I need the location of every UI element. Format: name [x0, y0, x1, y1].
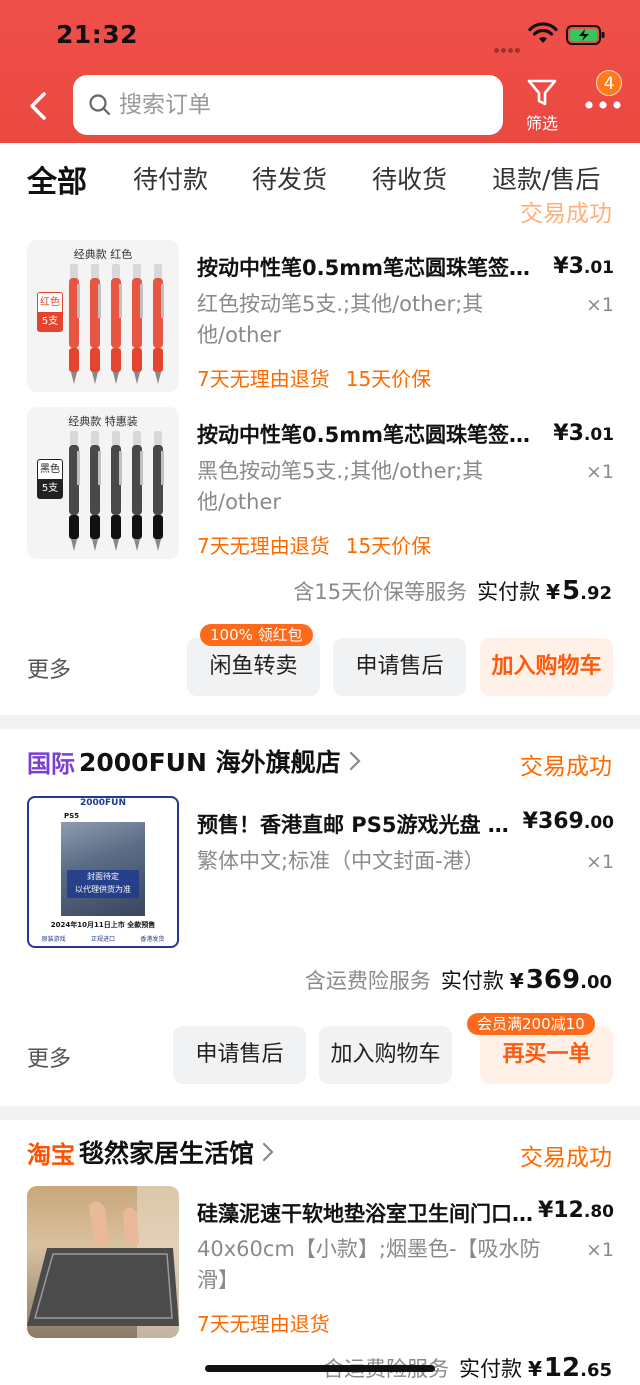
thumb-footer: 原装游戏 正规进口 香港发货 [41, 936, 165, 943]
wifi-icon [528, 22, 558, 43]
product-image[interactable]: 经典款 特惠装 黑色 5支 [27, 407, 179, 559]
game-cover: PS5 封面待定 以代理供货为准 [61, 812, 145, 916]
order-status: 交易成功 [520, 754, 612, 780]
tab-pending-payment[interactable]: 待付款 [133, 160, 208, 196]
product-price: ¥12.80 [537, 1198, 614, 1223]
back-button[interactable] [22, 88, 54, 124]
resell-xianyu-button[interactable]: 闲鱼转卖 [187, 638, 320, 696]
product-qty: ×1 [585, 461, 614, 483]
shop-name: 2000FUN 海外旗舰店 [79, 748, 341, 777]
release-text: 2024年10月11日上市 全款预售 [50, 921, 156, 929]
thumb-brand: 2000FUN [79, 798, 127, 808]
promo-pill: 100% 领红包 [200, 624, 313, 646]
product-image[interactable]: 2000FUN PS5 封面待定 以代理供货为准 2024年10月11日上市 全… [27, 796, 179, 948]
funnel-icon [527, 79, 557, 106]
product-image[interactable]: 经典款 红色 红色 5支 [27, 240, 179, 392]
order-card: 淘宝 毯然家居生活馆 交易成功 硅藻泥速干软地垫浴室卫生间门口吸水防滑 ¥12.… [0, 1120, 640, 1385]
product-qty: ×1 [585, 294, 614, 316]
order-total: 含15天价保等服务 实付款 ¥ 5 .92 [293, 576, 612, 606]
bath-mat-illustration [27, 1186, 179, 1338]
search-icon [89, 94, 111, 116]
product-image[interactable] [27, 1186, 179, 1338]
order-search-bar[interactable] [73, 75, 503, 135]
more-options-icon[interactable] [583, 95, 623, 115]
intl-tag: 国际 [27, 749, 75, 778]
color-tag: 红色 5支 [37, 292, 63, 332]
pens-illustration [69, 431, 164, 551]
thumb-caption: 经典款 红色 [73, 248, 133, 261]
order-status: 交易成功 [520, 1145, 612, 1171]
filter-button[interactable]: 筛选 [520, 78, 564, 138]
tab-pending-receipt[interactable]: 待收货 [372, 160, 447, 196]
home-indicator [205, 1365, 435, 1372]
tab-all[interactable]: 全部 [27, 157, 87, 201]
order-card: 国际 2000FUN 海外旗舰店 交易成功 2000FUN PS5 封面待定 以… [0, 729, 640, 1106]
product-qty: ×1 [585, 851, 614, 873]
app-header: 21:32 筛选 4 [0, 0, 640, 143]
thumb-caption: 经典款 特惠装 [68, 415, 138, 428]
product-title[interactable]: 预售！香港直邮 PS5游戏光盘 真三国无双起源 [197, 809, 517, 839]
chevron-right-icon [349, 751, 361, 771]
product-price: ¥3.01 [553, 421, 614, 446]
product-sku: 黑色按动笔5支.;其他/other;其他/other [197, 459, 484, 514]
product-sku: 繁体中文;标准（中文封面-港） [197, 849, 485, 873]
tab-refund-aftersale[interactable]: 退款/售后 [492, 160, 600, 196]
search-input[interactable] [119, 92, 479, 118]
shop-name: 毯然家居生活馆 [79, 1139, 255, 1168]
battery-icon [566, 25, 605, 45]
filter-label: 筛选 [525, 114, 558, 133]
status-time: 21:32 [56, 20, 139, 49]
product-price: ¥3.01 [553, 254, 614, 279]
color-tag: 黑色 5支 [37, 459, 63, 499]
order-total: 含运费险服务 实付款 ¥ 369 .00 [304, 965, 612, 995]
product-title[interactable]: 按动中性笔0.5mm笔芯圆珠笔签字笔 [197, 252, 549, 282]
chevron-right-icon [262, 1142, 274, 1162]
service-tags: 7天无理由退货 15天价保 [197, 534, 432, 558]
signal-icon [494, 38, 522, 53]
message-count-badge: 4 [596, 70, 622, 96]
product-qty: ×1 [585, 1239, 614, 1261]
shop-header[interactable]: 淘宝 毯然家居生活馆 [27, 1132, 274, 1172]
shop-header[interactable]: 国际 2000FUN 海外旗舰店 [27, 741, 361, 781]
product-sku: 40x60cm【小款】;烟墨色-【吸水防滑】 [197, 1237, 541, 1292]
taobao-tag: 淘宝 [27, 1140, 75, 1169]
add-to-cart-button[interactable]: 加入购物车 [319, 1026, 452, 1084]
product-sku: 红色按动笔5支.;其他/other;其他/other [197, 292, 484, 347]
status-bar: 21:32 [0, 0, 640, 70]
service-tags: 7天无理由退货 [197, 1312, 330, 1336]
product-price: ¥369.00 [522, 809, 614, 834]
pens-illustration [69, 264, 164, 384]
more-actions-link[interactable]: 更多 [27, 1041, 71, 1073]
request-aftersale-button[interactable]: 申请售后 [173, 1026, 306, 1084]
add-to-cart-button[interactable]: 加入购物车 [480, 638, 613, 696]
request-aftersale-button[interactable]: 申请售后 [333, 638, 466, 696]
order-status: 交易成功 [520, 201, 612, 227]
product-title[interactable]: 硅藻泥速干软地垫浴室卫生间门口吸水防滑 [197, 1198, 537, 1228]
product-title[interactable]: 按动中性笔0.5mm笔芯圆珠笔签字笔 [197, 419, 549, 449]
service-tags: 7天无理由退货 15天价保 [197, 367, 432, 391]
tab-pending-shipment[interactable]: 待发货 [252, 160, 327, 196]
order-card: 交易成功 经典款 红色 红色 5支 按动中性笔0.5mm笔芯圆珠笔签字笔 ¥3.… [0, 200, 640, 715]
more-actions-link[interactable]: 更多 [27, 652, 71, 684]
promo-pill: 会员满200减10 [467, 1013, 595, 1035]
